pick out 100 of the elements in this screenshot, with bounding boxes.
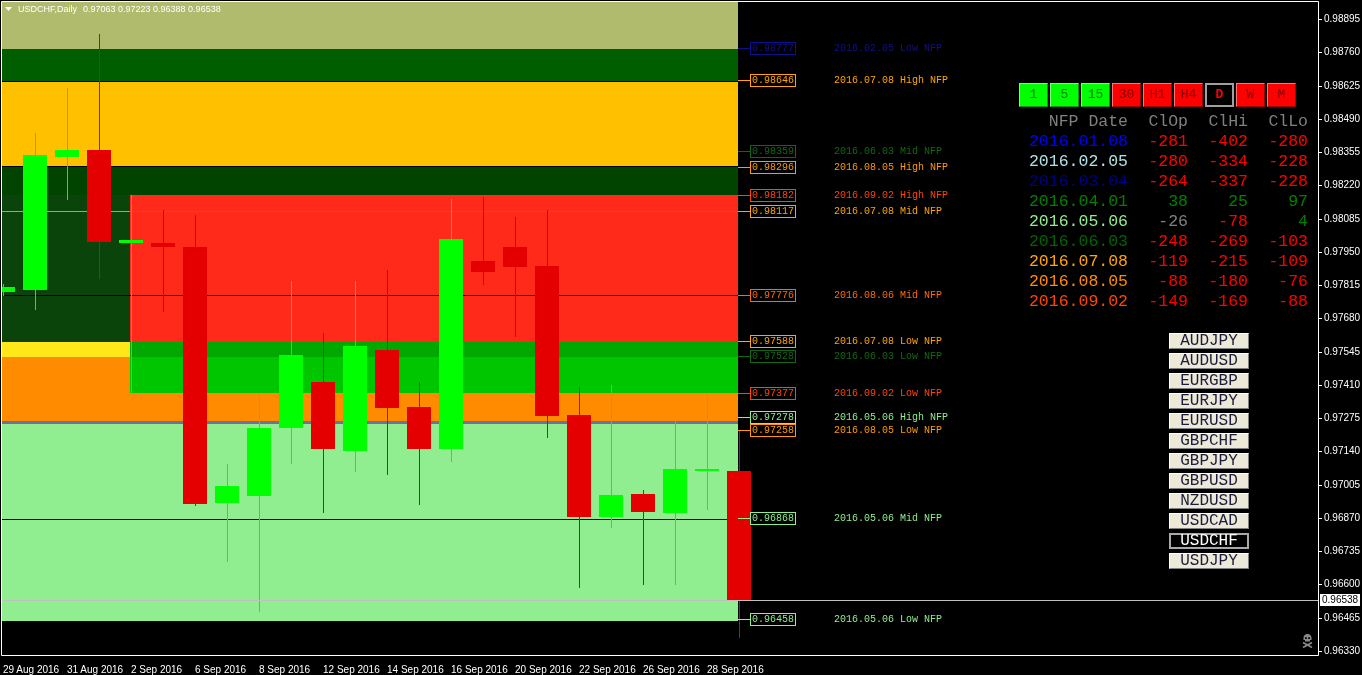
leader-line <box>738 48 750 49</box>
price-axis-label: 0.98490 <box>1319 113 1361 125</box>
value-cell: -119 <box>1148 252 1188 271</box>
date-cell: 2016.04.01 <box>1028 192 1128 211</box>
value-cell: -280 <box>1148 152 1188 171</box>
level-label: 2016.09.02 Low NFP <box>834 388 943 400</box>
caret-icon[interactable] <box>5 7 12 11</box>
column-header: ClLo <box>1268 112 1308 131</box>
level-label: 2016.05.06 Low NFP <box>834 614 943 626</box>
value-cell: -402 <box>1208 132 1248 151</box>
skull-icon <box>1302 634 1313 648</box>
price-axis-label: 0.97005 <box>1319 479 1361 491</box>
price-axis-label: 0.98760 <box>1319 46 1361 58</box>
price-tag: 0.98359 <box>750 145 796 158</box>
value-cell: -248 <box>1148 232 1188 251</box>
timeframe-button[interactable]: 1 <box>1019 83 1048 107</box>
chart-title: USDCHF,Daily <box>18 3 77 15</box>
symbol-button[interactable]: AUDJPY <box>1169 333 1249 349</box>
value-cell: 97 <box>1288 192 1308 211</box>
level-label: 2016.08.05 High NFP <box>834 162 949 174</box>
column-header: ClOp <box>1148 112 1188 131</box>
symbol-button[interactable]: EURGBP <box>1169 373 1249 389</box>
leader-line <box>738 167 750 168</box>
leader-line <box>738 417 750 418</box>
symbol-button[interactable]: USDJPY <box>1169 553 1249 569</box>
value-cell: -281 <box>1148 132 1188 151</box>
leader-line <box>738 80 750 81</box>
price-tag: 0.98777 <box>750 42 796 55</box>
leader-line <box>738 295 750 296</box>
value-cell: -215 <box>1208 252 1248 271</box>
value-cell: -149 <box>1148 292 1188 311</box>
price-tag: 0.98296 <box>750 161 796 174</box>
date-label: 28 Sep 2016 <box>707 664 764 675</box>
date-cell: 2016.06.03 <box>1028 232 1128 251</box>
symbol-button[interactable]: EURJPY <box>1169 393 1249 409</box>
price-axis-label: 0.96735 <box>1319 545 1361 557</box>
value-cell: -264 <box>1148 172 1188 191</box>
price-axis-label: 0.96465 <box>1319 612 1361 624</box>
level-label: 2016.07.08 High NFP <box>834 75 949 87</box>
symbol-button[interactable]: EURUSD <box>1169 413 1249 429</box>
value-cell: -280 <box>1268 132 1308 151</box>
price-axis-label: 0.97815 <box>1319 279 1361 291</box>
timeframe-button[interactable]: D <box>1205 83 1234 107</box>
rising-candle <box>2 284 15 296</box>
level-label: 2016.07.08 Low NFP <box>834 336 943 348</box>
timeframe-button[interactable]: 15 <box>1081 83 1110 107</box>
date-label: 6 Sep 2016 <box>195 664 247 675</box>
date-cell: 2016.05.06 <box>1028 212 1128 231</box>
price-tag: 0.98117 <box>750 205 796 218</box>
date-label: 26 Sep 2016 <box>643 664 700 675</box>
level-label: 2016.09.02 High NFP <box>834 190 949 202</box>
current-price-tag: 0.96538 <box>1320 594 1361 606</box>
level-label: 2016.08.05 Low NFP <box>834 425 943 437</box>
symbol-button[interactable]: NZDUSD <box>1169 493 1249 509</box>
symbol-button[interactable]: GBPUSD <box>1169 473 1249 489</box>
date-label: 8 Sep 2016 <box>259 664 311 675</box>
price-axis-label: 0.98625 <box>1319 80 1361 92</box>
timeframe-button[interactable]: 5 <box>1050 83 1079 107</box>
value-cell: -26 <box>1158 212 1188 231</box>
date-cell: 2016.03.04 <box>1028 172 1128 191</box>
price-tag: 0.97258 <box>750 424 796 437</box>
value-cell: 4 <box>1298 212 1308 231</box>
symbol-button[interactable]: AUDUSD <box>1169 353 1249 369</box>
leader-line <box>738 393 750 394</box>
symbol-button[interactable]: GBPCHF <box>1169 433 1249 449</box>
leader-line <box>738 356 750 357</box>
value-cell: -269 <box>1208 232 1248 251</box>
price-axis-label: 0.97275 <box>1319 412 1361 424</box>
symbol-button[interactable]: USDCHF <box>1169 533 1249 549</box>
leader-line <box>738 195 750 196</box>
price-tag: 0.97528 <box>750 350 796 363</box>
value-cell: 38 <box>1168 192 1188 211</box>
level-label: 2016.02.05 Low NFP <box>834 43 943 55</box>
price-axis-label: 0.97680 <box>1319 312 1361 324</box>
date-cell: 2016.09.02 <box>1028 292 1128 311</box>
date-label: 20 Sep 2016 <box>515 664 572 675</box>
column-header: NFP Date <box>1048 112 1128 131</box>
column-header: ClHi <box>1208 112 1248 131</box>
price-axis-label: 0.98220 <box>1319 179 1361 191</box>
date-cell: 2016.02.05 <box>1028 152 1128 171</box>
leader-line <box>738 151 750 152</box>
level-label: 2016.05.06 Mid NFP <box>834 513 943 525</box>
value-cell: -78 <box>1218 212 1248 231</box>
price-axis-label: 0.96870 <box>1319 512 1361 524</box>
price-axis-label: 0.97140 <box>1319 445 1361 457</box>
symbol-button[interactable]: USDCAD <box>1169 513 1249 529</box>
price-tag: 0.96868 <box>750 512 796 525</box>
price-axis-label: 0.98085 <box>1319 213 1361 225</box>
date-label: 14 Sep 2016 <box>387 664 444 675</box>
value-cell: -334 <box>1208 152 1248 171</box>
level-label: 2016.06.03 Low NFP <box>834 351 943 363</box>
price-axis-label: 0.96330 <box>1319 645 1361 657</box>
value-cell: -88 <box>1278 292 1308 311</box>
level-label: 2016.08.06 Mid NFP <box>834 290 943 302</box>
price-tag: 0.96458 <box>750 613 796 626</box>
leader-line <box>738 430 750 431</box>
date-cell: 2016.07.08 <box>1028 252 1128 271</box>
date-label: 29 Aug 2016 <box>3 664 60 675</box>
price-axis-label: 0.98895 <box>1319 13 1361 25</box>
symbol-button[interactable]: GBPJPY <box>1169 453 1249 469</box>
